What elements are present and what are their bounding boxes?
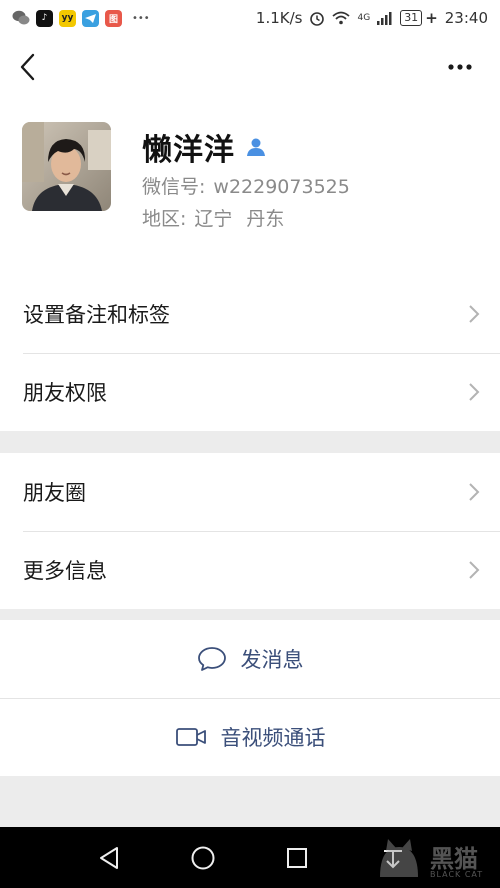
profile-card: 懒洋洋 微信号: w2229073525 地区: 辽宁 丹东	[0, 100, 500, 275]
chat-bubble-icon	[197, 647, 226, 671]
notification-icons: ♪ yy 图 •••	[12, 9, 150, 27]
more-info-label: 更多信息	[23, 559, 107, 583]
charging-icon: +	[425, 9, 438, 27]
more-horizontal-icon	[448, 64, 472, 70]
watermark-text: 黑猫	[430, 845, 478, 873]
nav-back-button[interactable]	[95, 843, 125, 873]
back-button[interactable]	[14, 50, 44, 84]
video-call-label: 音视频通话	[220, 726, 326, 750]
more-info-item[interactable]: 更多信息	[0, 531, 500, 609]
status-bar: ♪ yy 图 ••• 1.1K/s 4G 31 + 23:40	[0, 0, 500, 36]
nav-home-button[interactable]	[188, 843, 218, 873]
telegram-icon	[82, 9, 99, 27]
alarm-icon	[310, 12, 325, 26]
send-message-label: 发消息	[240, 648, 304, 672]
chevron-right-icon	[469, 383, 480, 401]
yy-icon: yy	[59, 9, 76, 27]
region-province: 辽宁	[194, 208, 233, 230]
system-navigation-bar: 黑猫 BLACK CAT	[0, 827, 500, 888]
send-message-button[interactable]: 发消息	[0, 620, 500, 698]
top-bar	[0, 36, 500, 100]
more-options-button[interactable]	[446, 54, 478, 80]
region-row: 地区: 辽宁 丹东	[142, 204, 292, 231]
clock: 23:40	[444, 9, 488, 27]
wechat-id-label: 微信号:	[142, 176, 206, 198]
status-right: 1.1K/s 4G 31 + 23:40	[256, 9, 488, 27]
nav-recents-button[interactable]	[282, 843, 312, 873]
settings-group-2: 朋友圈 更多信息	[0, 453, 500, 609]
video-call-button[interactable]: 音视频通话	[0, 698, 500, 776]
chevron-right-icon	[469, 483, 480, 501]
chevron-right-icon	[469, 305, 480, 323]
net-speed: 1.1K/s	[255, 9, 303, 27]
user-verified-icon	[247, 138, 265, 156]
wechat-id-value: w2229073525	[213, 176, 350, 198]
chevron-right-icon	[469, 561, 480, 579]
black-cat-logo-icon	[380, 839, 418, 877]
region-city: 丹东	[246, 208, 285, 230]
chevron-left-icon	[20, 53, 35, 81]
wechat-id-row: 微信号: w2229073525	[142, 172, 350, 199]
battery-icon: 31	[400, 10, 423, 26]
settings-group-1: 设置备注和标签 朋友权限	[0, 275, 500, 431]
watermark-subtext: BLACK CAT	[430, 870, 484, 879]
video-camera-icon	[175, 728, 206, 746]
moments-item[interactable]: 朋友圈	[0, 453, 500, 531]
signal-icon	[377, 12, 392, 25]
avatar[interactable]	[22, 122, 111, 211]
wifi-icon	[332, 11, 351, 25]
remark-tags-item[interactable]: 设置备注和标签	[0, 275, 500, 353]
action-group: 发消息 音视频通话	[0, 620, 500, 776]
square-recents-icon	[287, 848, 307, 868]
red-app-icon: 图	[105, 9, 122, 27]
triangle-back-icon	[100, 847, 118, 869]
remark-tags-label: 设置备注和标签	[23, 303, 170, 327]
network-type: 4G	[357, 12, 371, 23]
profile-photo	[22, 122, 111, 211]
circle-home-icon	[191, 846, 215, 870]
watermark: 黑猫 BLACK CAT	[374, 837, 492, 883]
region-label: 地区:	[142, 208, 187, 230]
moments-label: 朋友圈	[23, 481, 86, 505]
friend-permissions-label: 朋友权限	[23, 381, 107, 405]
friend-permissions-item[interactable]: 朋友权限	[0, 353, 500, 431]
more-notifications-icon: •••	[132, 12, 150, 24]
name-row: 懒洋洋	[142, 125, 267, 169]
contact-name: 懒洋洋	[142, 133, 235, 168]
wechat-icon	[12, 10, 30, 25]
tiktok-icon: ♪	[36, 9, 53, 27]
